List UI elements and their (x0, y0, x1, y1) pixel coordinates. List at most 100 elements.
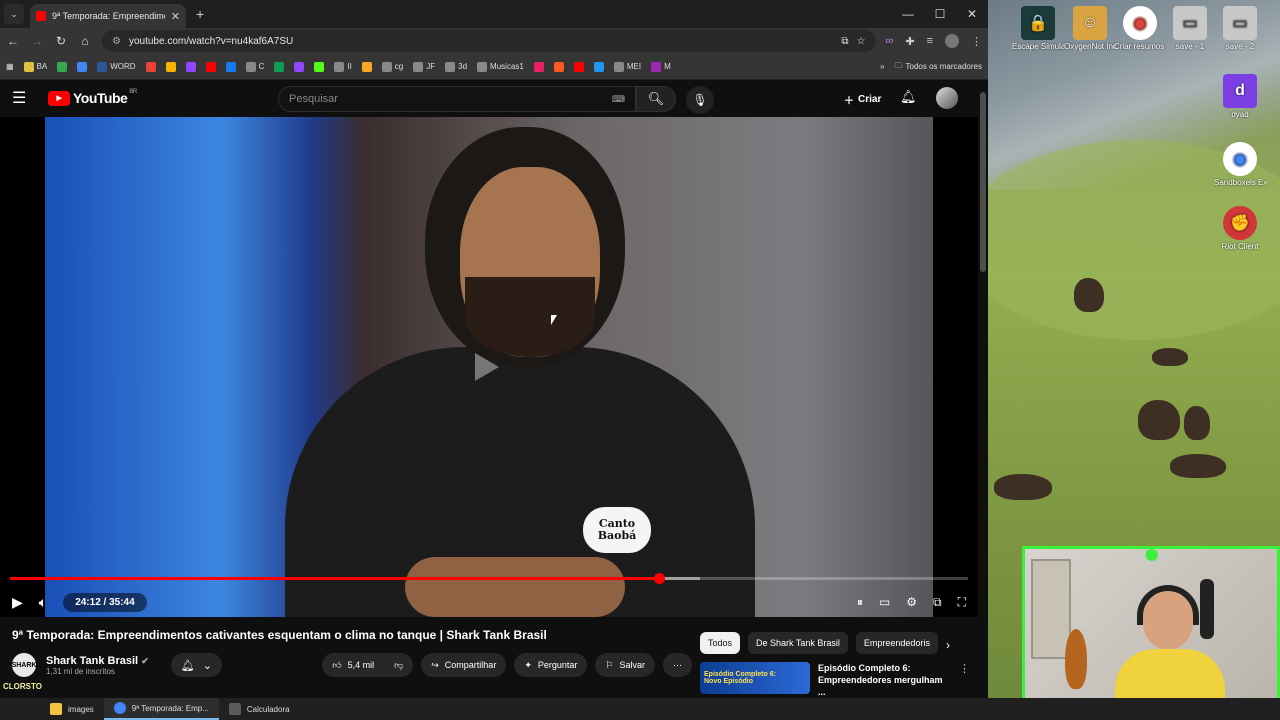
hamburger-menu-icon[interactable]: ☰ (12, 88, 36, 108)
scrollbar-thumb[interactable] (980, 92, 986, 272)
taskbar-item-chrome[interactable]: 9ª Temporada: Emp... (103, 698, 219, 720)
channel-avatar[interactable]: SHARK (12, 653, 36, 677)
create-button[interactable]: ＋ Criar (836, 88, 889, 110)
notifications-bell-icon[interactable]: 🔔︎ (900, 89, 917, 105)
subtitles-icon[interactable]: ▭ (879, 595, 890, 609)
minimize-button[interactable]: — (892, 0, 924, 28)
account-avatar[interactable] (936, 87, 958, 109)
autoplay-toggle[interactable]: ⏸ (857, 595, 863, 610)
recommended-title[interactable]: Episódio Completo 6: Empreendedores merg… (818, 662, 951, 697)
more-actions-button[interactable]: ⋯ (663, 653, 692, 677)
bookmark-item[interactable] (593, 61, 604, 72)
desktop-icon-criar-resumos[interactable]: ◉ Criar resumos ... (1114, 6, 1166, 51)
keyboard-icon[interactable]: ⌨ (612, 94, 625, 105)
play-button[interactable]: ▶ (12, 594, 23, 611)
bookmark-item[interactable] (77, 61, 88, 72)
channel-name[interactable]: Shark Tank Brasil ✔ (46, 655, 149, 667)
bookmark-item[interactable] (185, 61, 196, 72)
all-bookmarks-button[interactable]: 🗀 Todos os marcadores (895, 60, 982, 74)
center-play-icon[interactable] (475, 353, 499, 381)
chip-entrepreneurship[interactable]: Empreendedoris (855, 632, 938, 654)
close-window-button[interactable]: ✕ (956, 0, 988, 28)
desktop-icon-save-1[interactable]: ▭ save - 1 (1164, 6, 1216, 51)
more-vert-icon[interactable]: ⋮ (959, 662, 970, 694)
share-button[interactable]: ↪ Compartilhar (421, 653, 507, 677)
maximize-button[interactable]: ☐ (924, 0, 956, 28)
chip-from-channel[interactable]: De Shark Tank Brasil (748, 632, 848, 654)
bookmark-item[interactable]: JF (413, 61, 435, 72)
taskbar-item-calculator[interactable]: Calculadora (219, 698, 300, 720)
taskbar-item-images[interactable]: images (40, 698, 104, 720)
bookmark-item[interactable] (314, 61, 325, 72)
subscribed-button[interactable]: 🔔︎ ⌄ (170, 653, 222, 677)
desktop-icon-save-2[interactable]: ▭ save - 2 (1214, 6, 1266, 51)
back-arrow-icon[interactable]: ← (6, 34, 20, 48)
profile-avatar[interactable] (945, 34, 959, 48)
browser-menu-icon[interactable]: ⋮ (971, 35, 982, 48)
media-control-icon[interactable]: ≡ (927, 35, 933, 47)
page-scrollbar[interactable] (978, 82, 988, 698)
voice-search-button[interactable]: 🎙︎ (686, 86, 714, 114)
desktop-icon-dyad[interactable]: d dyad (1214, 74, 1266, 119)
address-bar[interactable]: ⚙ youtube.com/watch?v=nu4kaf6A7SU ⧉ ☆ (102, 30, 876, 52)
bookmark-item[interactable] (361, 61, 372, 72)
search-input[interactable]: Pesquisar ⌨ (278, 86, 636, 112)
youtube-logo[interactable]: ▶ YouTube BR (48, 89, 137, 106)
bookmark-item[interactable] (274, 61, 285, 72)
bookmark-item[interactable]: BA (23, 61, 47, 72)
bookmark-item[interactable]: II (334, 61, 352, 72)
tab-youtube[interactable]: 9ª Temporada: Empreendiment ✕ (30, 4, 186, 28)
chevron-right-icon[interactable]: › (946, 638, 950, 652)
video-player[interactable]: Canto Baobá ▶ 🔈︎ 24:12 / 35:44 ⏸ ▭ ⚙ ⧉ ⛶ (0, 117, 978, 617)
progress-played (10, 577, 659, 580)
create-label: Criar (858, 93, 882, 105)
forward-arrow-icon[interactable]: → (30, 34, 44, 48)
extensions-puzzle-icon[interactable]: ✚ (905, 35, 914, 48)
bookmark-item[interactable] (553, 61, 564, 72)
like-button[interactable]: 👍︎ 5,4 mil 👎︎ (322, 653, 414, 677)
site-info-icon[interactable]: ⚙ (112, 36, 121, 47)
extension-icon[interactable]: ∞ (886, 35, 894, 47)
bookmark-star-icon[interactable]: ☆ (857, 36, 866, 47)
volume-icon[interactable]: 🔈︎ (39, 594, 47, 611)
bookmark-item[interactable] (225, 61, 236, 72)
fullscreen-icon[interactable]: ⛶ (958, 595, 966, 610)
bookmark-item[interactable]: 3d (445, 61, 467, 72)
thumbs-down-icon[interactable]: 👎︎ (394, 660, 403, 671)
home-icon[interactable]: ⌂ (78, 34, 92, 48)
bookmarks-overflow-icon[interactable]: » (880, 62, 884, 71)
progress-scrubber[interactable] (653, 573, 665, 584)
recommended-thumbnail[interactable]: Episódio Completo 6: Novo Episódio (700, 662, 810, 694)
bookmark-item[interactable]: C (245, 61, 264, 72)
bookmark-item[interactable]: cg (381, 61, 403, 72)
desktop-icon-escape-simulator[interactable]: 🔒 Escape Simulator 2 (1012, 6, 1064, 51)
install-app-icon[interactable]: ⧉ (841, 36, 848, 47)
desktop-icon-oxygen-not-included[interactable]: ☺ OxygenNot Included (1064, 6, 1116, 51)
ask-button[interactable]: ✦ Perguntar (514, 653, 588, 677)
bookmark-item[interactable] (145, 61, 156, 72)
bookmark-item[interactable]: MEI (613, 61, 641, 72)
search-button[interactable]: 🔍︎ (636, 86, 676, 112)
bookmark-item[interactable] (294, 61, 305, 72)
close-tab-icon[interactable]: ✕ (171, 10, 180, 23)
video-progress-bar[interactable] (10, 573, 968, 584)
desktop-icon-sandboxels[interactable]: ◉ Sandboxels Experimen... (1214, 142, 1266, 187)
save-button[interactable]: ⚐ Salvar (595, 653, 655, 677)
reload-icon[interactable]: ↻ (54, 34, 68, 48)
bookmark-item[interactable]: WORD (97, 61, 136, 72)
bookmark-item[interactable]: M (651, 61, 671, 72)
bookmark-item[interactable] (57, 61, 68, 72)
tab-search-button[interactable]: ⌄ (4, 4, 24, 24)
recommended-video[interactable]: Episódio Completo 6: Novo Episódio Episó… (700, 662, 970, 697)
chip-all[interactable]: Todos (700, 632, 741, 654)
settings-gear-icon[interactable]: ⚙ (906, 595, 917, 609)
miniplayer-icon[interactable]: ⧉ (933, 595, 942, 610)
desktop-icon-riot-client[interactable]: ✊ Riot Client (1214, 206, 1266, 251)
bookmark-item[interactable] (205, 61, 216, 72)
bookmark-item[interactable] (573, 61, 584, 72)
new-tab-button[interactable]: + (196, 6, 204, 22)
bookmark-item[interactable] (533, 61, 544, 72)
bookmark-item[interactable]: Musicas1 (477, 61, 524, 72)
apps-grid-icon[interactable]: ▦ (6, 62, 14, 71)
bookmark-item[interactable] (165, 61, 176, 72)
